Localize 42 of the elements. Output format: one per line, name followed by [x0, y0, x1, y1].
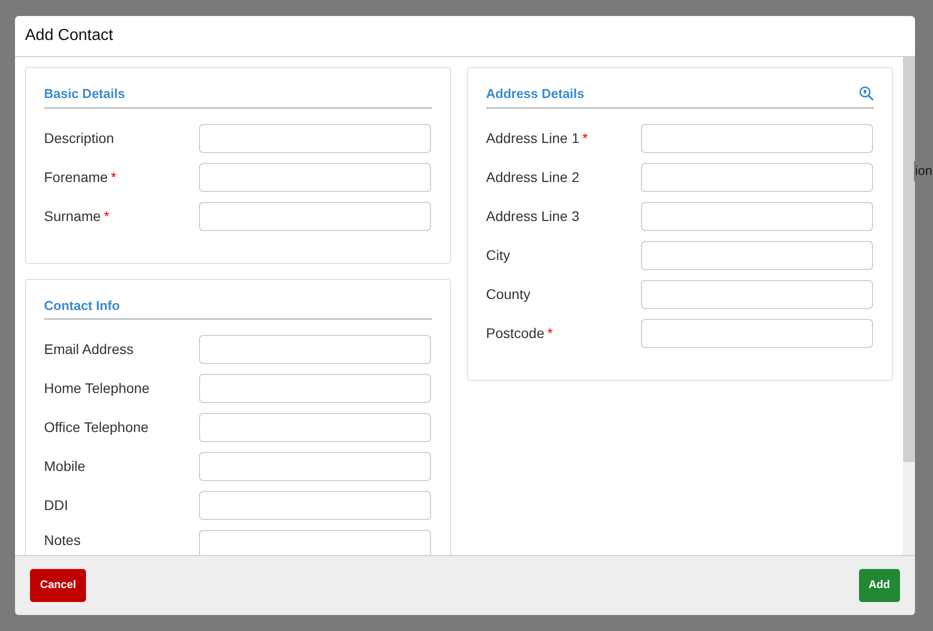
field-label: Office Telephone: [44, 419, 149, 435]
required-mark: *: [104, 208, 110, 224]
location-search-icon[interactable]: [859, 86, 874, 102]
input-field[interactable]: [199, 413, 431, 442]
input-field[interactable]: [199, 162, 431, 192]
required-mark: *: [110, 168, 116, 184]
input-field[interactable]: [641, 280, 873, 308]
section-title: Contact Info: [44, 296, 120, 314]
field-label: Postcode: [486, 324, 544, 340]
scrollbar[interactable]: [903, 57, 915, 555]
field-label: Address Line 3: [486, 208, 580, 224]
field-label: Forename: [44, 168, 108, 184]
field-label: Surname: [44, 208, 101, 224]
section-title: Basic Details: [44, 85, 125, 103]
required-mark: *: [582, 130, 588, 146]
input-field[interactable]: [199, 335, 431, 364]
input-field[interactable]: [199, 124, 431, 152]
field-label: Address Line 1: [486, 130, 580, 146]
section-title: Address Details: [486, 85, 584, 103]
input-field[interactable]: [641, 318, 873, 348]
field-label: Notes: [44, 532, 81, 548]
field-label: Email Address: [44, 341, 134, 357]
input-field[interactable]: [641, 124, 873, 152]
add-button[interactable]: Add: [858, 569, 900, 602]
input-field[interactable]: [641, 240, 873, 270]
input-field[interactable]: [641, 202, 873, 230]
input-field[interactable]: [199, 202, 431, 230]
field-label: Address Line 2: [486, 168, 580, 184]
field-label: Home Telephone: [44, 380, 150, 396]
cancel-button[interactable]: Cancel: [30, 569, 86, 602]
input-field[interactable]: [199, 374, 431, 403]
field-label: Description: [44, 130, 114, 146]
field-label: Mobile: [44, 458, 86, 474]
field-label: DDI: [44, 497, 68, 513]
required-mark: *: [547, 324, 553, 340]
background-text: ion: [914, 161, 933, 180]
field-label: County: [486, 286, 530, 302]
input-field[interactable]: [199, 491, 431, 520]
field-label: City: [486, 246, 510, 262]
input-field[interactable]: [641, 162, 873, 192]
modal-title: Add Contact: [25, 26, 114, 46]
input-field[interactable]: [199, 452, 431, 481]
